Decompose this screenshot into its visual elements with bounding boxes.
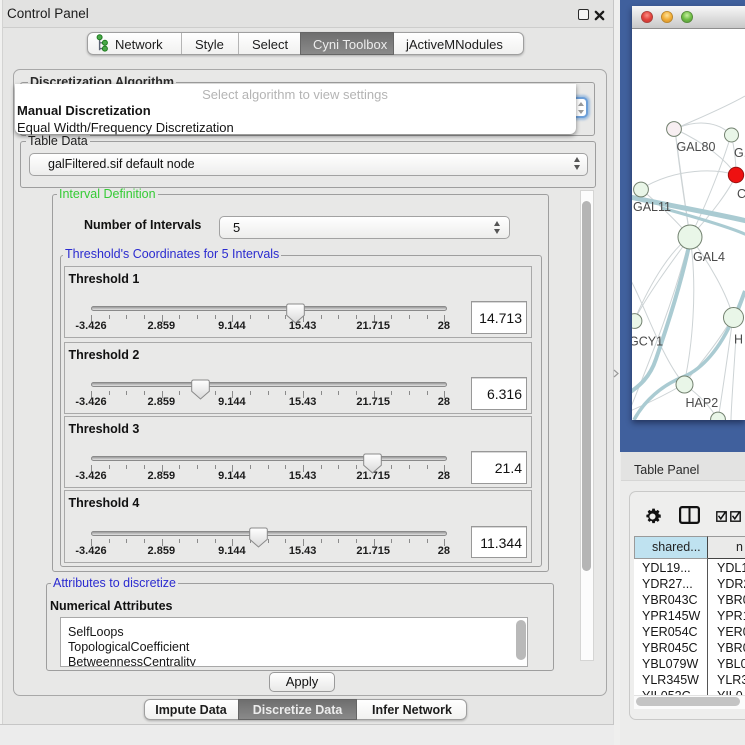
- svg-text:GCY1: GCY1: [632, 335, 663, 349]
- svg-text:GAL11: GAL11: [633, 200, 671, 214]
- svg-text:H: H: [734, 333, 743, 347]
- svg-text:GAL4: GAL4: [693, 250, 725, 264]
- svg-text:G.: G.: [734, 146, 745, 160]
- svg-text:C: C: [737, 187, 745, 201]
- svg-text:GAL80: GAL80: [677, 140, 716, 154]
- svg-text:HAP2: HAP2: [686, 396, 719, 410]
